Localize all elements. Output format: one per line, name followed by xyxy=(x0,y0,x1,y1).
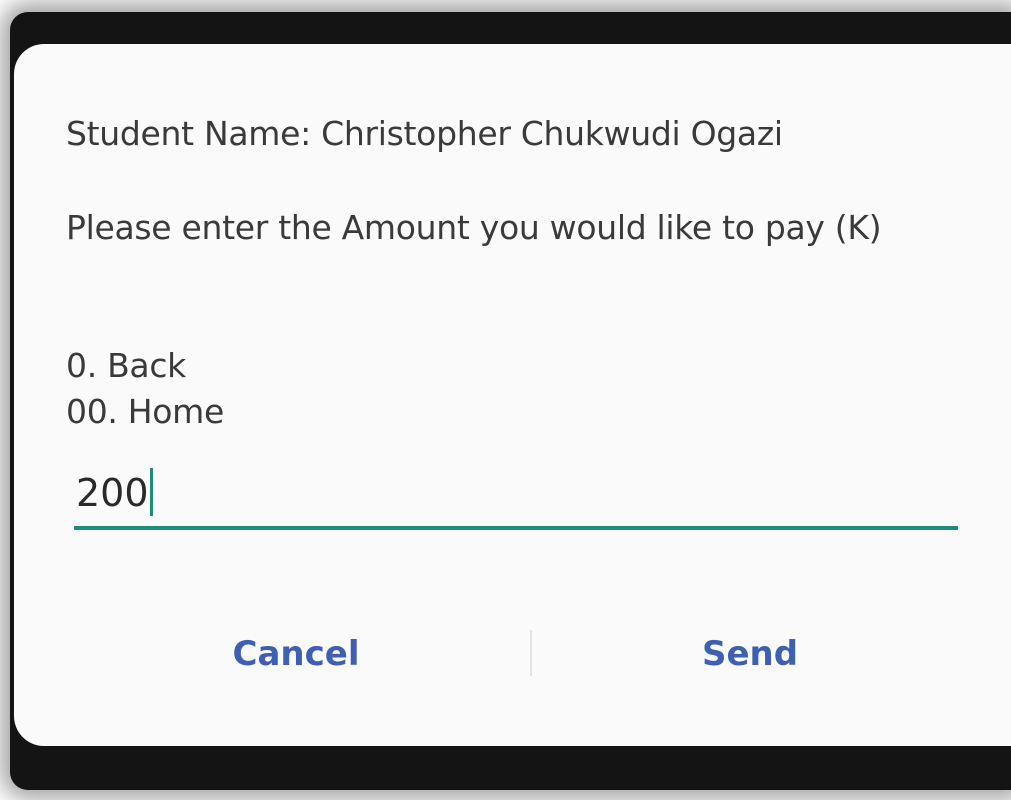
send-button[interactable]: Send xyxy=(618,624,882,684)
amount-prompt-text: Please enter the Amount you would like t… xyxy=(66,208,882,247)
cancel-button[interactable]: Cancel xyxy=(164,624,428,684)
menu-option-back: 0. Back xyxy=(66,346,186,385)
menu-option-home: 00. Home xyxy=(66,392,225,431)
button-divider xyxy=(530,630,532,676)
student-name-text: Student Name: Christopher Chukwudi Ogazi xyxy=(66,114,783,153)
amount-input-value: 200 xyxy=(76,468,153,516)
amount-input[interactable]: 200 xyxy=(74,454,958,530)
ussd-dialog: Student Name: Christopher Chukwudi Ogazi… xyxy=(14,44,1011,746)
text-cursor xyxy=(149,468,153,516)
